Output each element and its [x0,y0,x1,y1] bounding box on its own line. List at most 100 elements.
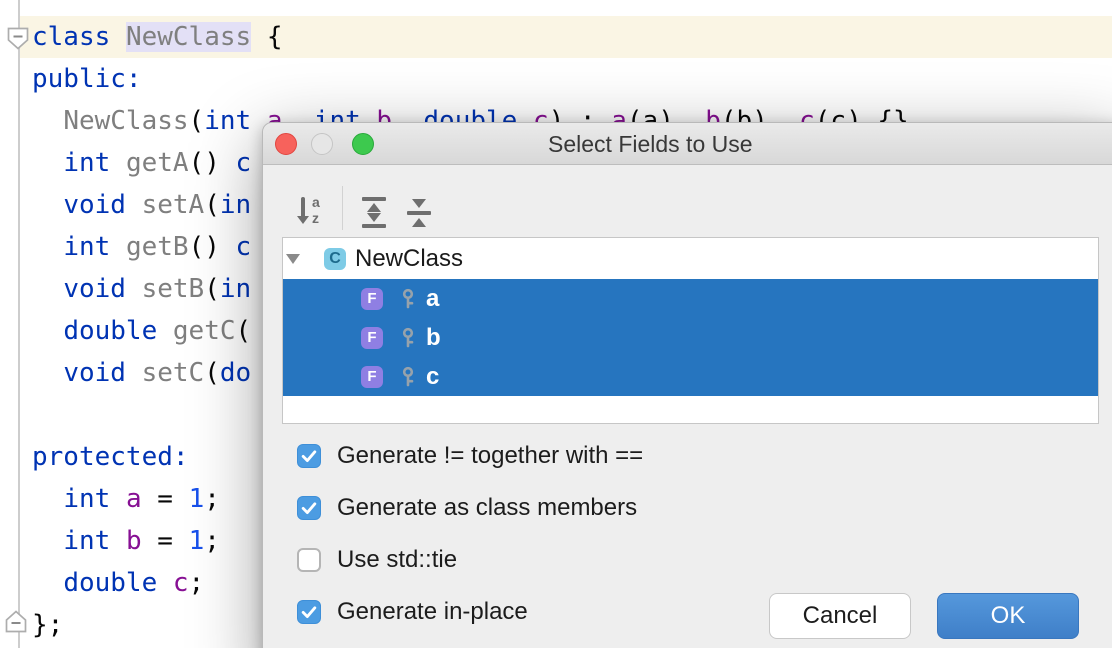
code-token [110,148,126,178]
code-token: ( [189,106,205,136]
code-line: public: [32,58,142,100]
field-name: a [426,285,439,313]
checkbox[interactable] [297,600,321,624]
sort-alphabetically-icon[interactable]: a z [297,196,327,228]
option-row[interactable]: Generate as class members [297,496,637,520]
code-token: public: [32,64,142,94]
code-line: int a = 1; [32,478,220,520]
minimize-window-icon[interactable] [311,133,333,155]
fold-end-icon[interactable] [5,610,27,638]
code-line: int getB() c [32,226,251,268]
code-token: ; [204,484,220,514]
code-token [32,358,63,388]
code-token: ; [189,568,205,598]
code-line: int b = 1; [32,520,220,562]
cancel-button[interactable]: Cancel [769,593,911,639]
code-token: ( [204,358,220,388]
fold-start-icon[interactable] [7,27,29,55]
code-token [110,22,126,52]
field-name: c [426,363,439,391]
field-name: b [426,324,441,352]
tree-row-field[interactable]: F b [283,318,1098,357]
option-row[interactable]: Generate != together with == [297,444,643,468]
code-token [126,274,142,304]
code-token: ( [236,316,252,346]
checkbox[interactable] [297,548,321,572]
code-token [157,568,173,598]
code-token: do [220,358,251,388]
code-token: NewClass [63,106,188,136]
option-row[interactable]: Use std::tie [297,548,457,572]
code-token: = [142,484,189,514]
code-line: void setA(in [32,184,251,226]
code-token: getA [126,148,189,178]
code-token: void [63,274,126,304]
option-row[interactable]: Generate in-place [297,600,528,624]
key-icon [400,288,416,310]
tree-root-label: NewClass [355,245,463,273]
gutter-separator [18,0,20,648]
code-token [32,316,63,346]
key-icon [400,327,416,349]
dialog-titlebar[interactable]: Select Fields to Use [263,123,1112,165]
code-token: class [32,22,110,52]
code-token: double [63,316,157,346]
zoom-window-icon[interactable] [352,133,374,155]
code-token: ; [204,526,220,556]
code-token: int [204,106,251,136]
code-token [32,190,63,220]
code-token: double [63,568,157,598]
code-token [126,358,142,388]
code-line: }; [32,604,63,646]
close-window-icon[interactable] [275,133,297,155]
code-token: { [251,22,282,52]
code-token [32,274,63,304]
code-token: getC [173,316,236,346]
code-token: 1 [189,526,205,556]
code-token: getB [126,232,189,262]
tree-selected-fields: F a F b F c [283,279,1098,396]
code-token [32,232,63,262]
field-icon: F [361,327,383,349]
code-token: NewClass [126,22,251,52]
checkbox[interactable] [297,496,321,520]
select-fields-dialog: Select Fields to Use a z [262,122,1112,648]
code-token: ( [204,274,220,304]
code-token: a [126,484,142,514]
toolbar-separator [342,186,343,230]
code-token [157,316,173,346]
code-token: int [63,526,110,556]
option-label: Use std::tie [337,546,457,574]
code-token [110,232,126,262]
code-line: double getC( [32,310,251,352]
code-line: void setB(in [32,268,251,310]
checkbox[interactable] [297,444,321,468]
code-token [32,568,63,598]
fields-tree: C NewClass F a F b F [282,237,1099,424]
code-token: int [63,148,110,178]
code-token: void [63,358,126,388]
code-line: double c; [32,562,204,604]
code-line: int getA() c [32,142,251,184]
code-token: setC [142,358,205,388]
code-token: void [63,190,126,220]
code-token: setB [142,274,205,304]
code-token [110,526,126,556]
option-label: Generate in-place [337,598,528,626]
ok-button[interactable]: OK [937,593,1079,639]
code-token: ( [204,190,220,220]
code-token: = [142,526,189,556]
class-icon: C [324,248,346,270]
code-token: in [220,190,251,220]
code-token [32,484,63,514]
code-token: protected: [32,442,189,472]
tree-row-class[interactable]: C NewClass [283,238,1098,279]
code-line: void setC(do [32,352,251,394]
code-token: () [189,232,236,262]
tree-row-field[interactable]: F c [283,357,1098,396]
tree-row-field[interactable]: F a [283,279,1098,318]
code-token: }; [32,610,63,640]
chevron-down-icon[interactable] [286,254,300,264]
code-token: () [189,148,236,178]
dialog-title: Select Fields to Use [548,123,753,165]
